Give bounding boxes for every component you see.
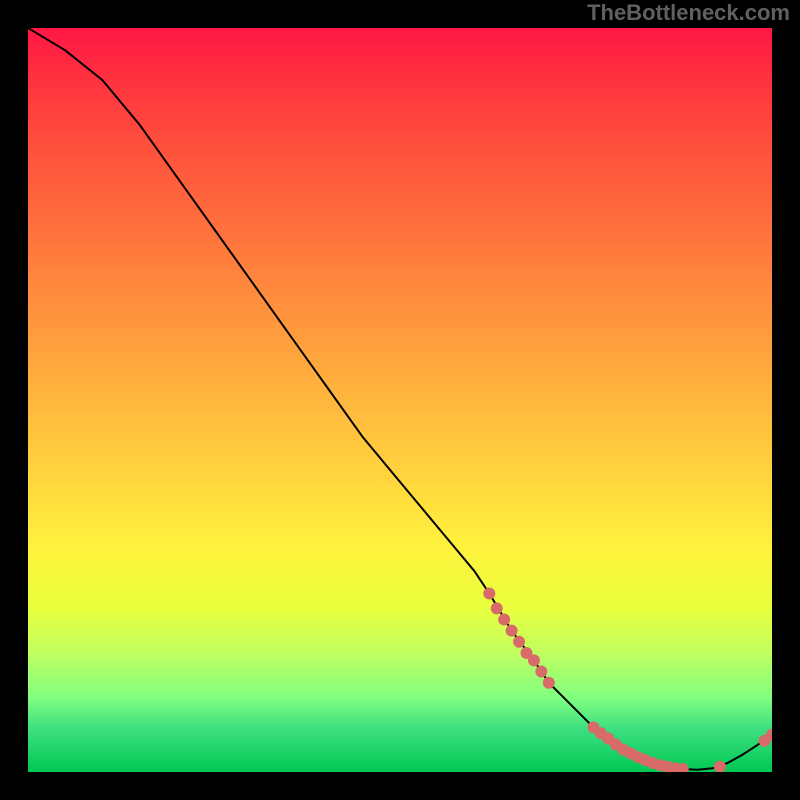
attribution-text: TheBottleneck.com <box>587 0 790 26</box>
plot-background <box>28 28 772 772</box>
chart-container: TheBottleneck.com <box>0 0 800 800</box>
